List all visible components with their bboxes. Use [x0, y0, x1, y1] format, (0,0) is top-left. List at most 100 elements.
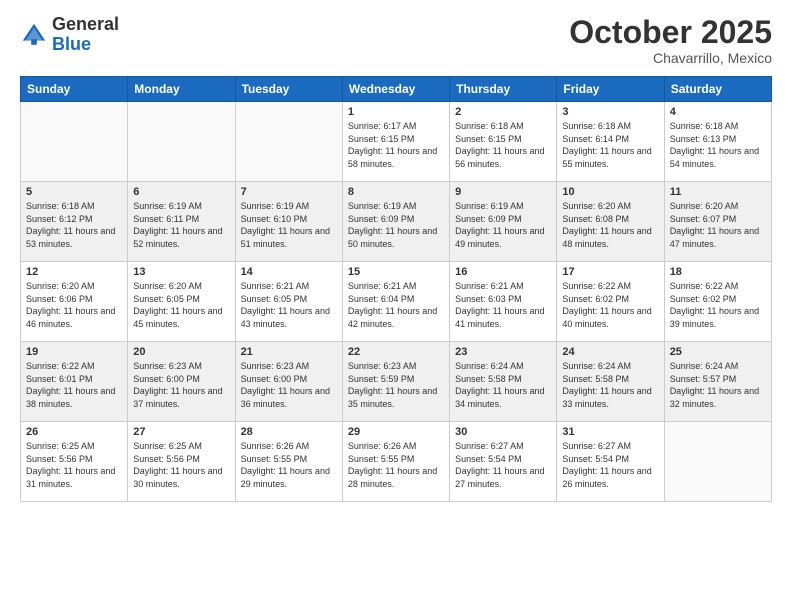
calendar-cell: 24 Sunrise: 6:24 AM Sunset: 5:58 PM Dayli…: [557, 342, 664, 422]
cell-info: Sunrise: 6:18 AM Sunset: 6:12 PM Dayligh…: [26, 200, 122, 250]
calendar-cell: 28 Sunrise: 6:26 AM Sunset: 5:55 PM Dayli…: [235, 422, 342, 502]
cell-info: Sunrise: 6:24 AM Sunset: 5:58 PM Dayligh…: [562, 360, 658, 410]
calendar-cell: 22Sunrise: 6:23 AM Sunset: 5:59 PM Dayli…: [342, 342, 449, 422]
cell-info: Sunrise: 6:18 AM Sunset: 6:14 PM Dayligh…: [562, 120, 658, 170]
day-number: 1: [348, 106, 444, 118]
cell-info: Sunrise: 6:22 AM Sunset: 6:02 PM Dayligh…: [562, 280, 658, 330]
cell-info: Sunrise: 6:19 AM Sunset: 6:10 PM Dayligh…: [241, 200, 337, 250]
calendar-cell: 21 Sunrise: 6:23 AM Sunset: 6:00 PM Dayli…: [235, 342, 342, 422]
day-number: 14: [241, 266, 337, 278]
day-number: 19: [26, 346, 122, 358]
calendar-cell: 27Sunrise: 6:25 AM Sunset: 5:56 PM Dayli…: [128, 422, 235, 502]
week-row-1: 1 Sunrise: 6:17 AM Sunset: 6:15 PM Daylig…: [21, 102, 772, 182]
day-number: 6: [133, 186, 229, 198]
calendar-cell: 31 Sunrise: 6:27 AM Sunset: 5:54 PM Dayli…: [557, 422, 664, 502]
cell-info: Sunrise: 6:21 AM Sunset: 6:03 PM Dayligh…: [455, 280, 551, 330]
day-number: 27: [133, 426, 229, 438]
cell-info: Sunrise: 6:19 AM Sunset: 6:11 PM Dayligh…: [133, 200, 229, 250]
calendar-cell: 23 Sunrise: 6:24 AM Sunset: 5:58 PM Dayli…: [450, 342, 557, 422]
calendar-cell: 17Sunrise: 6:22 AM Sunset: 6:02 PM Dayli…: [557, 262, 664, 342]
cell-info: Sunrise: 6:20 AM Sunset: 6:05 PM Dayligh…: [133, 280, 229, 330]
week-row-2: 5 Sunrise: 6:18 AM Sunset: 6:12 PM Daylig…: [21, 182, 772, 262]
day-number: 5: [26, 186, 122, 198]
calendar-cell: 3 Sunrise: 6:18 AM Sunset: 6:14 PM Daylig…: [557, 102, 664, 182]
cell-info: Sunrise: 6:20 AM Sunset: 6:06 PM Dayligh…: [26, 280, 122, 330]
calendar-cell: 19 Sunrise: 6:22 AM Sunset: 6:01 PM Dayli…: [21, 342, 128, 422]
calendar-cell: [128, 102, 235, 182]
weekday-tuesday: Tuesday: [235, 77, 342, 102]
day-number: 18: [670, 266, 766, 278]
day-number: 8: [348, 186, 444, 198]
calendar-cell: 1 Sunrise: 6:17 AM Sunset: 6:15 PM Daylig…: [342, 102, 449, 182]
location: Chavarrillo, Mexico: [569, 50, 772, 66]
calendar-cell: 18 Sunrise: 6:22 AM Sunset: 6:02 PM Dayli…: [664, 262, 771, 342]
calendar-cell: [664, 422, 771, 502]
cell-info: Sunrise: 6:24 AM Sunset: 5:57 PM Dayligh…: [670, 360, 766, 410]
calendar-cell: 14 Sunrise: 6:21 AM Sunset: 6:05 PM Dayli…: [235, 262, 342, 342]
day-number: 4: [670, 106, 766, 118]
cell-info: Sunrise: 6:25 AM Sunset: 5:56 PM Dayligh…: [26, 440, 122, 490]
cell-info: Sunrise: 6:20 AM Sunset: 6:08 PM Dayligh…: [562, 200, 658, 250]
calendar-cell: [235, 102, 342, 182]
cell-info: Sunrise: 6:21 AM Sunset: 6:04 PM Dayligh…: [348, 280, 444, 330]
day-number: 23: [455, 346, 551, 358]
day-number: 13: [133, 266, 229, 278]
day-number: 9: [455, 186, 551, 198]
calendar-cell: 10 Sunrise: 6:20 AM Sunset: 6:08 PM Dayli…: [557, 182, 664, 262]
day-number: 11: [670, 186, 766, 198]
calendar-cell: 13 Sunrise: 6:20 AM Sunset: 6:05 PM Dayli…: [128, 262, 235, 342]
cell-info: Sunrise: 6:21 AM Sunset: 6:05 PM Dayligh…: [241, 280, 337, 330]
calendar-cell: 11Sunrise: 6:20 AM Sunset: 6:07 PM Dayli…: [664, 182, 771, 262]
cell-info: Sunrise: 6:27 AM Sunset: 5:54 PM Dayligh…: [455, 440, 551, 490]
calendar-cell: 15 Sunrise: 6:21 AM Sunset: 6:04 PM Dayli…: [342, 262, 449, 342]
day-number: 20: [133, 346, 229, 358]
calendar-cell: 20Sunrise: 6:23 AM Sunset: 6:00 PM Dayli…: [128, 342, 235, 422]
cell-info: Sunrise: 6:17 AM Sunset: 6:15 PM Dayligh…: [348, 120, 444, 170]
cell-info: Sunrise: 6:19 AM Sunset: 6:09 PM Dayligh…: [348, 200, 444, 250]
day-number: 2: [455, 106, 551, 118]
cell-info: Sunrise: 6:23 AM Sunset: 6:00 PM Dayligh…: [241, 360, 337, 410]
logo-icon: [20, 21, 48, 49]
cell-info: Sunrise: 6:27 AM Sunset: 5:54 PM Dayligh…: [562, 440, 658, 490]
title-block: October 2025 Chavarrillo, Mexico: [569, 15, 772, 66]
weekday-wednesday: Wednesday: [342, 77, 449, 102]
cell-info: Sunrise: 6:24 AM Sunset: 5:58 PM Dayligh…: [455, 360, 551, 410]
week-row-4: 19 Sunrise: 6:22 AM Sunset: 6:01 PM Dayli…: [21, 342, 772, 422]
weekday-friday: Friday: [557, 77, 664, 102]
calendar-cell: 9 Sunrise: 6:19 AM Sunset: 6:09 PM Daylig…: [450, 182, 557, 262]
cell-info: Sunrise: 6:22 AM Sunset: 6:01 PM Dayligh…: [26, 360, 122, 410]
calendar-cell: 6 Sunrise: 6:19 AM Sunset: 6:11 PM Daylig…: [128, 182, 235, 262]
calendar-cell: 2Sunrise: 6:18 AM Sunset: 6:15 PM Daylig…: [450, 102, 557, 182]
day-number: 15: [348, 266, 444, 278]
day-number: 3: [562, 106, 658, 118]
week-row-5: 26 Sunrise: 6:25 AM Sunset: 5:56 PM Dayli…: [21, 422, 772, 502]
day-number: 31: [562, 426, 658, 438]
day-number: 10: [562, 186, 658, 198]
cell-info: Sunrise: 6:19 AM Sunset: 6:09 PM Dayligh…: [455, 200, 551, 250]
calendar-cell: 8 Sunrise: 6:19 AM Sunset: 6:09 PM Daylig…: [342, 182, 449, 262]
calendar-cell: 5 Sunrise: 6:18 AM Sunset: 6:12 PM Daylig…: [21, 182, 128, 262]
calendar-cell: [21, 102, 128, 182]
calendar-cell: 25 Sunrise: 6:24 AM Sunset: 5:57 PM Dayli…: [664, 342, 771, 422]
day-number: 7: [241, 186, 337, 198]
day-number: 26: [26, 426, 122, 438]
cell-info: Sunrise: 6:22 AM Sunset: 6:02 PM Dayligh…: [670, 280, 766, 330]
calendar-cell: 12Sunrise: 6:20 AM Sunset: 6:06 PM Dayli…: [21, 262, 128, 342]
day-number: 16: [455, 266, 551, 278]
month-title: October 2025: [569, 15, 772, 50]
day-number: 24: [562, 346, 658, 358]
logo: General Blue: [20, 15, 119, 55]
calendar-cell: 30Sunrise: 6:27 AM Sunset: 5:54 PM Dayli…: [450, 422, 557, 502]
header: General Blue October 2025 Chavarrillo, M…: [20, 15, 772, 66]
day-number: 25: [670, 346, 766, 358]
cell-info: Sunrise: 6:26 AM Sunset: 5:55 PM Dayligh…: [241, 440, 337, 490]
week-row-3: 12Sunrise: 6:20 AM Sunset: 6:06 PM Dayli…: [21, 262, 772, 342]
cell-info: Sunrise: 6:26 AM Sunset: 5:55 PM Dayligh…: [348, 440, 444, 490]
calendar-cell: 4 Sunrise: 6:18 AM Sunset: 6:13 PM Daylig…: [664, 102, 771, 182]
day-number: 22: [348, 346, 444, 358]
day-number: 28: [241, 426, 337, 438]
cell-info: Sunrise: 6:18 AM Sunset: 6:13 PM Dayligh…: [670, 120, 766, 170]
day-number: 21: [241, 346, 337, 358]
weekday-monday: Monday: [128, 77, 235, 102]
logo-text: General Blue: [52, 15, 119, 55]
